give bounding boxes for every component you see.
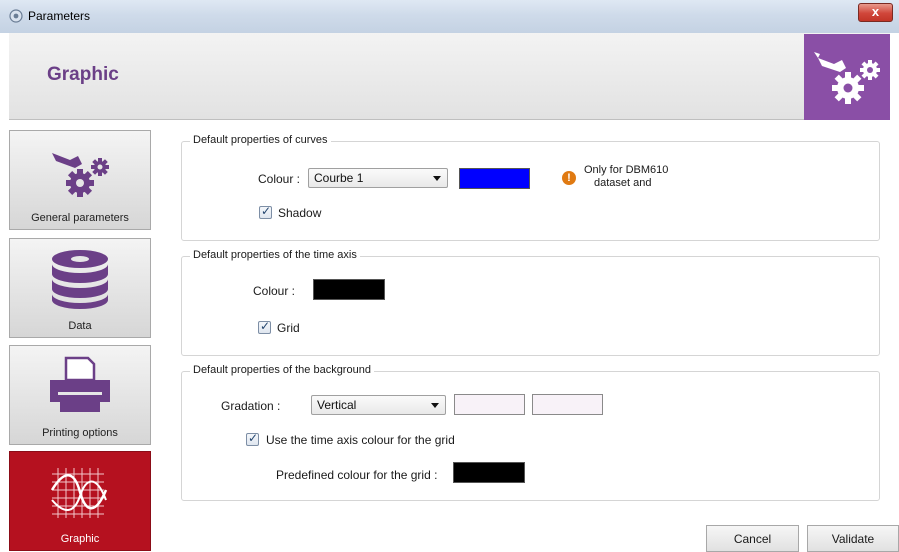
title-bar: Parameters x [0,0,899,33]
cancel-button[interactable]: Cancel [706,525,799,552]
shadow-checkbox[interactable] [259,204,272,219]
sidebar-item-graphic[interactable]: Graphic [9,451,151,551]
database-icon [52,250,108,309]
header: Graphic [9,33,890,120]
gradation-select[interactable]: Vertical [311,395,446,415]
gradation-colour1-swatch[interactable] [454,394,525,415]
background-group: Default properties of the background Gra… [181,364,880,501]
wrench-gears-icon [52,153,109,197]
predefined-colour-swatch[interactable] [453,462,525,483]
gradation-label: Gradation : [221,399,281,413]
time-axis-colour-label: Colour : [253,284,296,298]
sidebar-item-general-parameters[interactable]: General parameters [9,130,151,230]
time-axis-group: Default properties of the time axis Colo… [181,249,880,356]
sidebar-item-label: Data [68,320,92,332]
grid-checkbox[interactable] [258,319,271,334]
window-title: Parameters [28,9,91,23]
validate-button[interactable]: Validate [807,525,899,552]
curves-group-title: Default properties of curves [190,134,331,146]
warning-icon: ! [562,171,576,185]
time-axis-group-title: Default properties of the time axis [190,249,360,261]
curve-colour-label: Colour : [258,172,301,186]
shadow-label: Shadow [278,206,322,220]
page-title: Graphic [47,64,119,85]
sidebar-item-label: General parameters [31,212,129,224]
predefined-colour-label: Predefined colour for the grid : [276,468,438,482]
close-button[interactable]: x [858,3,893,22]
info-text-line2: dataset and [594,177,652,189]
background-group-title: Default properties of the background [190,364,374,376]
sidebar-item-data[interactable]: Data [9,238,151,338]
info-text-line1: Only for DBM610 [584,164,669,176]
use-axis-colour-checkbox[interactable] [246,431,259,446]
gradation-select-value: Vertical [317,398,357,412]
chevron-down-icon [431,403,439,408]
chevron-down-icon [433,176,441,181]
sidebar-item-printing-options[interactable]: Printing options [9,345,151,445]
gradation-colour2-swatch[interactable] [532,394,603,415]
use-axis-colour-label: Use the time axis colour for the grid [266,433,455,447]
curve-select[interactable]: Courbe 1 [308,168,448,188]
sidebar-item-label: Graphic [60,533,100,545]
wrench-gears-icon [814,52,880,104]
curve-select-value: Courbe 1 [314,171,364,185]
graph-curve-icon [50,468,108,518]
header-logo [804,34,890,120]
curve-colour-swatch[interactable] [459,168,530,189]
grid-label: Grid [277,321,300,335]
settings-app-icon [9,9,23,23]
sidebar-item-label: Printing options [42,427,118,439]
time-axis-colour-swatch[interactable] [313,279,385,300]
printer-icon [50,356,110,412]
curves-group: Default properties of curves Colour : Co… [181,134,880,241]
